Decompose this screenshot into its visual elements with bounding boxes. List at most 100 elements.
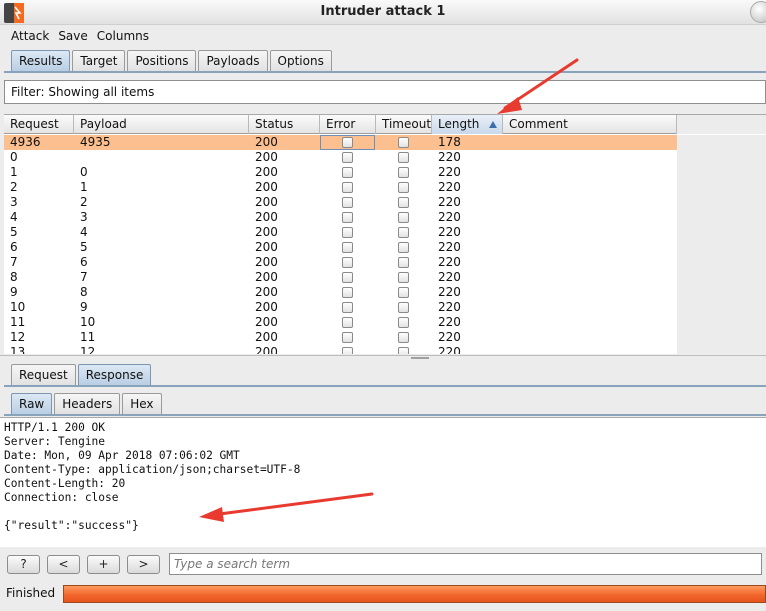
timeout-checkbox [398, 197, 409, 208]
timeout-checkbox [398, 152, 409, 163]
header-filler [677, 115, 766, 134]
timeout-checkbox [398, 272, 409, 283]
cell-error [320, 270, 376, 285]
error-checkbox [342, 302, 353, 313]
tab-request[interactable]: Request [11, 364, 76, 386]
table-row[interactable]: 5 4 200 220 [4, 225, 677, 240]
cell-timeout [376, 285, 432, 300]
cell-status: 200 [255, 195, 278, 209]
cell-status: 200 [255, 150, 278, 164]
table-row[interactable]: 12 11 200 220 [4, 330, 677, 345]
cell-length: 220 [438, 315, 461, 329]
previous-match-button[interactable]: < [47, 555, 80, 574]
next-match-button[interactable]: > [127, 555, 160, 574]
error-checkbox [342, 197, 353, 208]
cell-error [320, 150, 376, 165]
timeout-checkbox [398, 227, 409, 238]
cell-length: 220 [438, 150, 461, 164]
table-row[interactable]: 8 7 200 220 [4, 270, 677, 285]
table-row[interactable]: 11 10 200 220 [4, 315, 677, 330]
cell-comment [503, 240, 677, 255]
table-body: 4936 4935 200 178 0 200 220 1 0 200 220 2 1 200 220 3 2 2… [4, 135, 677, 354]
response-line: Content-Length: 20 [4, 477, 126, 490]
cell-length: 220 [438, 255, 461, 269]
view-tab-strip: Raw Headers Hex [11, 393, 164, 415]
column-comment[interactable]: Comment [503, 115, 677, 134]
menu-columns[interactable]: Columns [97, 26, 149, 46]
detail-tab-strip: Request Response [11, 364, 153, 386]
response-line: Server: Tengine [4, 435, 106, 448]
error-checkbox [342, 152, 353, 163]
cell-length: 220 [438, 270, 461, 284]
table-row[interactable]: 3 2 200 220 [4, 195, 677, 210]
table-row[interactable]: 10 9 200 220 [4, 300, 677, 315]
menu-attack[interactable]: Attack [11, 26, 49, 46]
column-request[interactable]: Request [4, 115, 74, 134]
cell-request: 0 [10, 150, 18, 164]
menu-save[interactable]: Save [58, 26, 87, 46]
search-bar: ? < + > [0, 550, 766, 578]
cell-length: 178 [438, 135, 461, 149]
tab-headers[interactable]: Headers [54, 393, 121, 415]
search-input[interactable] [169, 553, 762, 575]
tab-hex[interactable]: Hex [122, 393, 162, 415]
cell-comment [503, 195, 677, 210]
table-row[interactable]: 13 12 200 220 [4, 345, 677, 354]
cell-error [320, 330, 376, 345]
raw-response-editor[interactable]: HTTP/1.1 200 OK Server: Tengine Date: Mo… [0, 417, 766, 547]
cell-length: 220 [438, 225, 461, 239]
response-line: HTTP/1.1 200 OK [4, 421, 106, 434]
filter-bar[interactable]: Filter: Showing all items [4, 80, 766, 104]
column-status[interactable]: Status [249, 115, 320, 134]
cell-timeout [376, 210, 432, 225]
timeout-checkbox [398, 137, 409, 148]
cell-comment [503, 330, 677, 345]
cell-error [320, 180, 376, 195]
error-checkbox [342, 332, 353, 343]
error-checkbox [342, 317, 353, 328]
add-button[interactable]: + [87, 555, 120, 574]
window-title: Intruder attack 1 [320, 4, 446, 19]
help-button[interactable]: ? [7, 555, 40, 574]
table-row[interactable]: 7 6 200 220 [4, 255, 677, 270]
cell-timeout [376, 315, 432, 330]
cell-length: 220 [438, 165, 461, 179]
pane-splitter[interactable] [0, 355, 766, 361]
cell-timeout [376, 150, 432, 165]
table-row[interactable]: 2 1 200 220 [4, 180, 677, 195]
cell-request: 11 [10, 315, 26, 329]
tab-target[interactable]: Target [72, 50, 126, 72]
cell-payload: 8 [80, 285, 88, 299]
cell-request: 4936 [10, 135, 41, 149]
cell-status: 200 [255, 180, 278, 194]
error-checkbox [342, 347, 353, 354]
column-payload[interactable]: Payload [74, 115, 249, 134]
cell-payload: 4935 [80, 135, 111, 149]
cell-error [320, 285, 376, 300]
detail-tab-underline [4, 385, 766, 387]
cell-comment [503, 255, 677, 270]
cell-status: 200 [255, 255, 278, 269]
table-row[interactable]: 1 0 200 220 [4, 165, 677, 180]
tab-raw[interactable]: Raw [11, 393, 53, 415]
column-length[interactable]: Length [432, 115, 503, 134]
tab-payloads[interactable]: Payloads [198, 50, 268, 72]
table-row[interactable]: 6 5 200 220 [4, 240, 677, 255]
cell-length: 220 [438, 330, 461, 344]
table-row[interactable]: 0 200 220 [4, 150, 677, 165]
cell-comment [503, 165, 677, 180]
tab-positions[interactable]: Positions [127, 50, 197, 72]
column-timeout[interactable]: Timeout [376, 115, 432, 134]
splitter-grip-icon[interactable] [411, 357, 429, 359]
view-tab-underline [4, 414, 766, 416]
cell-comment [503, 225, 677, 240]
table-row[interactable]: 9 8 200 220 [4, 285, 677, 300]
column-error[interactable]: Error [320, 115, 376, 134]
timeout-checkbox [398, 242, 409, 253]
tab-results[interactable]: Results [11, 50, 71, 72]
window-control-button[interactable] [750, 1, 766, 23]
tab-response[interactable]: Response [77, 364, 152, 386]
table-row[interactable]: 4 3 200 220 [4, 210, 677, 225]
tab-options[interactable]: Options [269, 50, 332, 72]
cell-request: 5 [10, 225, 18, 239]
